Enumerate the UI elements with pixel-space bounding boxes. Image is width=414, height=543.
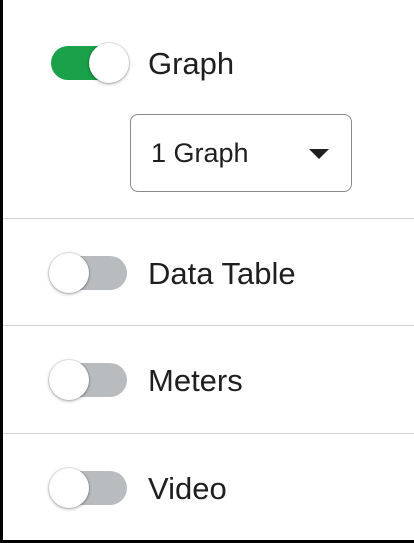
divider: [3, 433, 414, 434]
video-toggle[interactable]: [49, 468, 127, 508]
option-row-graph: Graph: [3, 43, 414, 83]
option-row-meters: Meters: [3, 360, 414, 400]
meters-label: Meters: [148, 362, 243, 398]
option-row-data-table: Data Table: [3, 253, 414, 293]
graph-count-value: 1 Graph: [151, 137, 249, 168]
toggle-knob: [49, 360, 89, 400]
toggle-knob: [49, 468, 89, 508]
data-table-label: Data Table: [148, 255, 296, 291]
video-label: Video: [148, 470, 227, 506]
graph-toggle[interactable]: [51, 43, 129, 83]
divider: [3, 218, 414, 219]
toggle-knob: [89, 43, 129, 83]
graph-label: Graph: [148, 45, 235, 81]
caret-down-icon: [309, 149, 329, 159]
graph-count-select[interactable]: 1 Graph: [130, 114, 352, 192]
meters-toggle[interactable]: [49, 360, 127, 400]
option-row-video: Video: [3, 468, 414, 508]
data-table-toggle[interactable]: [49, 253, 127, 293]
divider: [3, 325, 414, 326]
toggle-knob: [49, 253, 89, 293]
display-options-panel: Graph 1 Graph Data Table Meters Video: [0, 0, 414, 543]
